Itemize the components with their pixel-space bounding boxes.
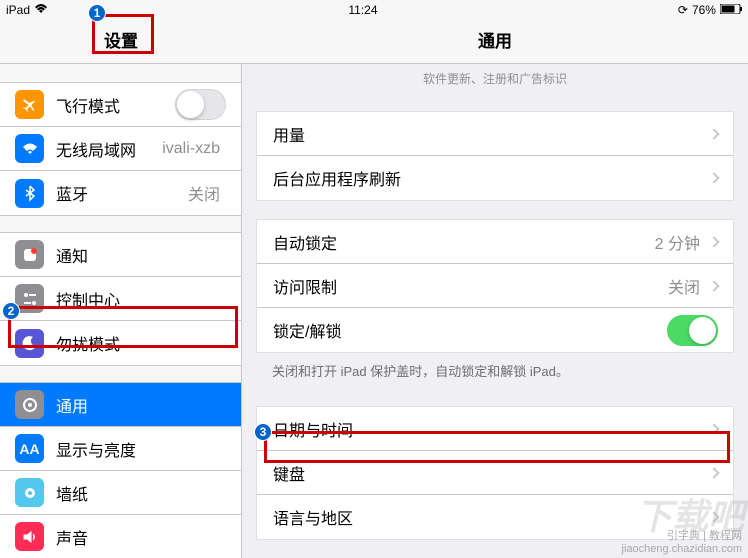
lock-unlock-toggle[interactable] [667, 315, 718, 346]
sidebar-item-label: 飞行模式 [56, 93, 175, 117]
dnd-icon [15, 329, 44, 358]
main-item-restrictions[interactable]: 访问限制 关闭 [257, 264, 733, 308]
wallpaper-icon [15, 478, 44, 507]
bluetooth-value: 关闭 [188, 181, 220, 205]
sidebar: 飞行模式 无线局域网 ivali-xzb 蓝牙 关闭 通知 控制中心 [0, 64, 242, 558]
sidebar-item-label: 控制中心 [56, 287, 226, 311]
sidebar-item-sound[interactable]: 声音 [0, 515, 241, 558]
sidebar-item-notifications[interactable]: 通知 [0, 233, 241, 277]
sidebar-item-label: 无线局域网 [56, 137, 162, 161]
sidebar-item-label: 通知 [56, 243, 226, 267]
sidebar-item-label: 勿扰模式 [56, 331, 226, 355]
annotation-2: 2 [2, 302, 20, 320]
gear-icon [15, 390, 44, 419]
battery-icon [720, 3, 742, 17]
sidebar-item-label: 通用 [56, 393, 226, 417]
sidebar-item-dnd[interactable]: 勿扰模式 [0, 321, 241, 365]
watermark-text: 引字典 | 教程网 jiaocheng.chazidian.com [622, 530, 742, 556]
airplane-icon [15, 90, 44, 119]
airplane-toggle[interactable] [175, 89, 226, 120]
main-panel: 软件更新、注册和广告标识 用量 后台应用程序刷新 自动锁定 2 分钟 访问限制 … [242, 64, 748, 558]
sound-icon [15, 522, 44, 551]
wifi-value: ivali-xzb [162, 140, 220, 158]
notifications-icon [15, 240, 44, 269]
main-item-label: 访问限制 [273, 274, 668, 298]
wifi-icon [15, 134, 44, 163]
status-time: 11:24 [348, 3, 377, 17]
chevron-right-icon [708, 172, 719, 183]
device-label: iPad [6, 3, 30, 17]
sidebar-item-label: 墙纸 [56, 481, 226, 505]
sidebar-item-general[interactable]: 通用 [0, 383, 241, 427]
chevron-right-icon [708, 128, 719, 139]
annotation-3: 3 [254, 423, 272, 441]
chevron-right-icon [708, 236, 719, 247]
wifi-icon [34, 3, 48, 17]
main-item-label: 自动锁定 [273, 230, 655, 254]
header: 设置 通用 [0, 20, 748, 64]
sidebar-item-display[interactable]: AA 显示与亮度 [0, 427, 241, 471]
chevron-right-icon [708, 280, 719, 291]
chevron-right-icon [708, 423, 719, 434]
sidebar-item-control-center[interactable]: 控制中心 [0, 277, 241, 321]
sidebar-item-airplane[interactable]: 飞行模式 [0, 83, 241, 127]
main-item-date-time[interactable]: 日期与时间 [257, 407, 733, 451]
main-item-label: 后台应用程序刷新 [273, 166, 706, 190]
main-item-label: 用量 [273, 122, 706, 146]
main-item-lock-unlock[interactable]: 锁定/解锁 [257, 308, 733, 352]
chevron-right-icon [708, 467, 719, 478]
sidebar-item-wifi[interactable]: 无线局域网 ivali-xzb [0, 127, 241, 171]
bluetooth-icon [15, 179, 44, 208]
sidebar-item-label: 显示与亮度 [56, 437, 226, 461]
main-item-label: 锁定/解锁 [273, 318, 667, 342]
auto-lock-value: 2 分钟 [655, 230, 700, 254]
display-icon: AA [15, 434, 44, 463]
main-item-label: 日期与时间 [273, 417, 706, 441]
rotation-lock-icon: ⟳ [678, 3, 688, 17]
sidebar-item-label: 蓝牙 [56, 181, 188, 205]
main-item-background-refresh[interactable]: 后台应用程序刷新 [257, 156, 733, 200]
sidebar-item-bluetooth[interactable]: 蓝牙 关闭 [0, 171, 241, 215]
page-title-general: 通用 [242, 20, 748, 63]
main-hint: 软件更新、注册和广告标识 [242, 64, 748, 93]
lock-footnote: 关闭和打开 iPad 保护盖时，自动锁定和解锁 iPad。 [242, 353, 748, 388]
main-item-label: 键盘 [273, 461, 706, 485]
main-item-usage[interactable]: 用量 [257, 112, 733, 156]
battery-percent: 76% [692, 3, 716, 17]
annotation-1: 1 [88, 4, 106, 22]
main-item-auto-lock[interactable]: 自动锁定 2 分钟 [257, 220, 733, 264]
sidebar-item-label: 声音 [56, 525, 226, 549]
status-bar: iPad 11:24 ⟳ 76% [0, 0, 748, 20]
restrictions-value: 关闭 [668, 274, 700, 298]
page-title-settings: 设置 [0, 20, 242, 63]
sidebar-item-wallpaper[interactable]: 墙纸 [0, 471, 241, 515]
